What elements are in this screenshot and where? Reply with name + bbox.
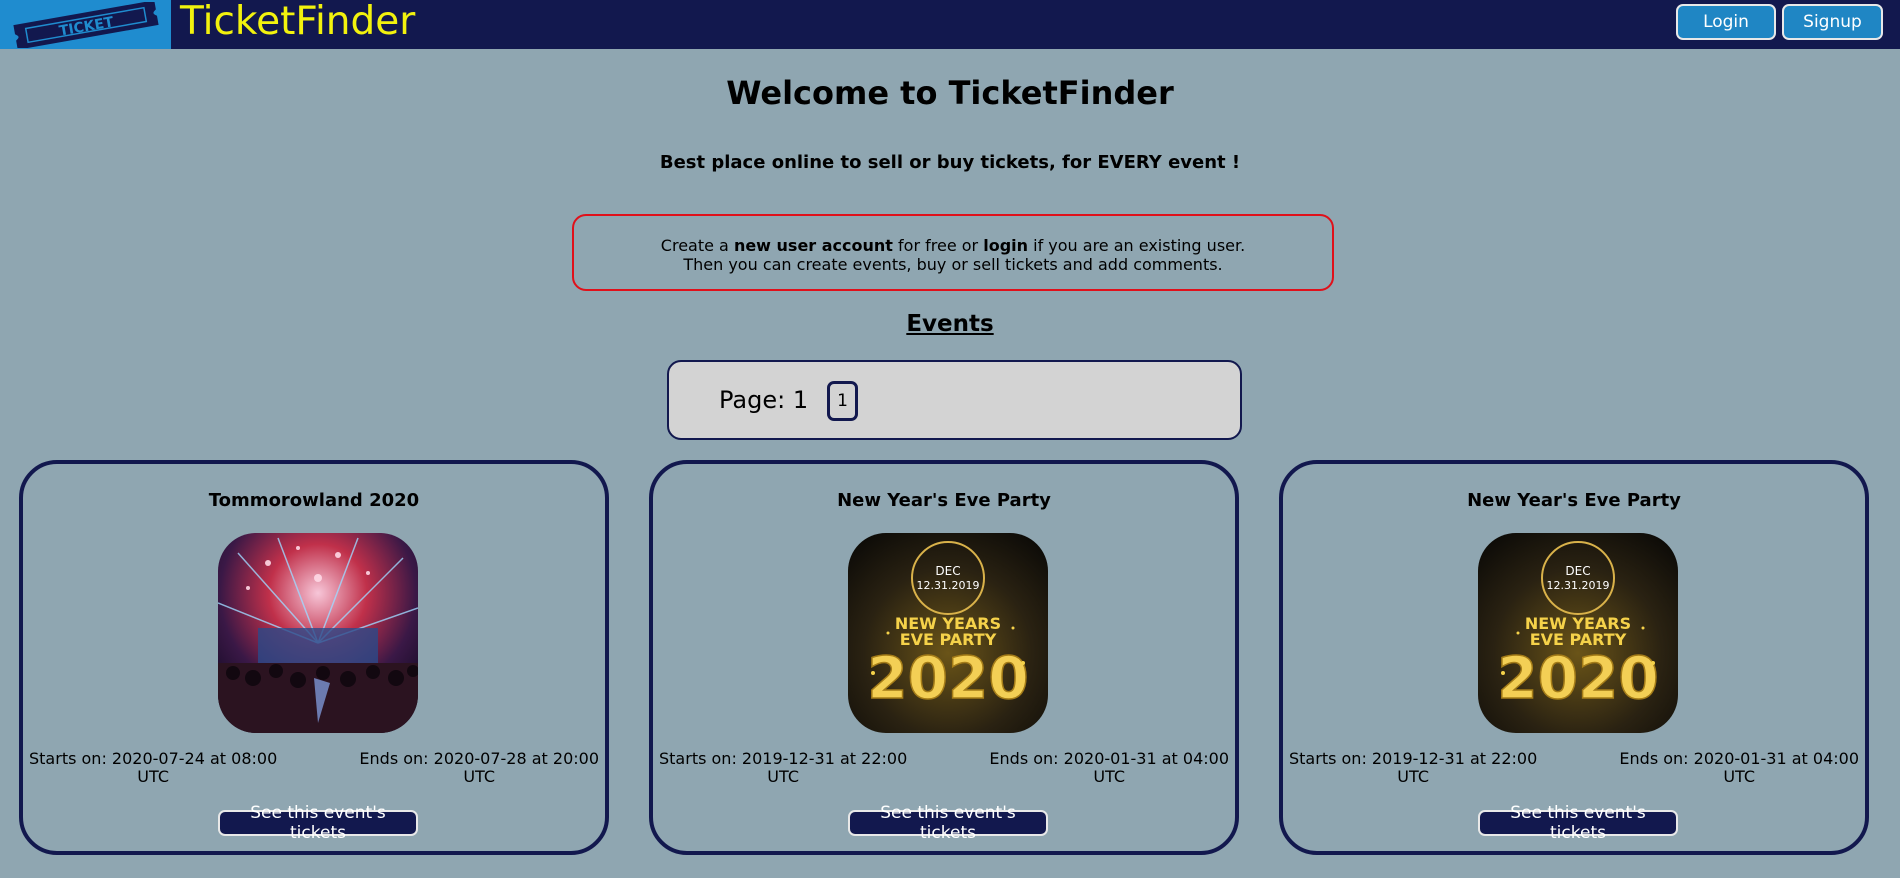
event-title: New Year's Eve Party	[837, 490, 1051, 511]
end-datetime: Ends on: 2020-01-31 at 04:00	[1619, 749, 1859, 768]
top-navbar: TICKET TicketFinder Login Signup	[0, 0, 1900, 49]
events-heading: Events	[906, 311, 994, 337]
logo[interactable]: TICKET	[0, 0, 171, 49]
notice-text: Create a	[660, 236, 734, 255]
start-datetime: Starts on: 2019-12-31 at 22:00	[659, 749, 908, 768]
svg-text:DEC: DEC	[1565, 564, 1590, 578]
login-button[interactable]: Login	[1676, 4, 1776, 40]
start-timezone: UTC	[1397, 767, 1429, 786]
see-tickets-button[interactable]: See this event's tickets	[848, 803, 1048, 843]
start-timezone: UTC	[767, 767, 799, 786]
notice-line-2: Then you can create events, buy or sell …	[683, 255, 1223, 274]
signup-notice: Create a new user account for free or lo…	[572, 214, 1334, 291]
svg-text:2020: 2020	[1497, 644, 1658, 712]
see-tickets-button[interactable]: See this event's tickets	[218, 803, 418, 843]
page-1-button[interactable]: 1	[827, 381, 858, 421]
ticket-logo-icon: TICKET	[13, 2, 159, 48]
event-end: Ends on: 2020-01-31 at 04:00 UTC	[1619, 750, 1859, 786]
page-label: Page: 1	[719, 386, 809, 414]
event-title: New Year's Eve Party	[1467, 490, 1681, 511]
event-card: New Year's Eve Party DEC 12.31.2019 NEW …	[649, 460, 1239, 855]
end-timezone: UTC	[1093, 767, 1126, 786]
start-datetime: Starts on: 2020-07-24 at 08:00	[29, 749, 278, 768]
event-title: Tommorowland 2020	[208, 490, 420, 511]
event-start: Starts on: 2019-12-31 at 22:00 UTC	[659, 750, 907, 786]
new-years-poster-image: DEC 12.31.2019 NEW YEARS EVE PARTY 2020	[1478, 533, 1678, 733]
new-years-poster-image: DEC 12.31.2019 NEW YEARS EVE PARTY 2020	[848, 533, 1048, 733]
event-card: Tommorowland 2020 Starts on: 2020-07-24 …	[19, 460, 609, 855]
see-tickets-button[interactable]: See this event's tickets	[1478, 803, 1678, 843]
end-datetime: Ends on: 2020-01-31 at 04:00	[989, 749, 1229, 768]
page-subtitle: Best place online to sell or buy tickets…	[659, 152, 1241, 173]
page-title: Welcome to TicketFinder	[726, 74, 1174, 112]
end-timezone: UTC	[463, 767, 496, 786]
brand-name[interactable]: TicketFinder	[180, 0, 415, 49]
start-timezone: UTC	[137, 767, 169, 786]
end-datetime: Ends on: 2020-07-28 at 20:00	[359, 749, 599, 768]
event-card: New Year's Eve Party DEC 12.31.2019 NEW …	[1279, 460, 1869, 855]
signup-button[interactable]: Signup	[1782, 4, 1883, 40]
event-start: Starts on: 2020-07-24 at 08:00 UTC	[29, 750, 277, 786]
pagination: Page: 1 1	[667, 360, 1242, 440]
event-end: Ends on: 2020-01-31 at 04:00 UTC	[989, 750, 1229, 786]
concert-festival-image	[218, 533, 418, 733]
svg-text:12.31.2019: 12.31.2019	[917, 579, 980, 592]
svg-text:DEC: DEC	[935, 564, 960, 578]
notice-text: for free or	[892, 236, 984, 255]
notice-line-1: Create a new user account for free or lo…	[574, 236, 1332, 255]
notice-text: if you are an existing user.	[1028, 236, 1246, 255]
notice-new-account: new user account	[733, 236, 893, 255]
notice-login: login	[983, 236, 1029, 255]
start-datetime: Starts on: 2019-12-31 at 22:00	[1289, 749, 1538, 768]
end-timezone: UTC	[1723, 767, 1756, 786]
event-start: Starts on: 2019-12-31 at 22:00 UTC	[1289, 750, 1537, 786]
event-end: Ends on: 2020-07-28 at 20:00 UTC	[359, 750, 599, 786]
svg-text:12.31.2019: 12.31.2019	[1547, 579, 1610, 592]
svg-text:2020: 2020	[867, 644, 1028, 712]
